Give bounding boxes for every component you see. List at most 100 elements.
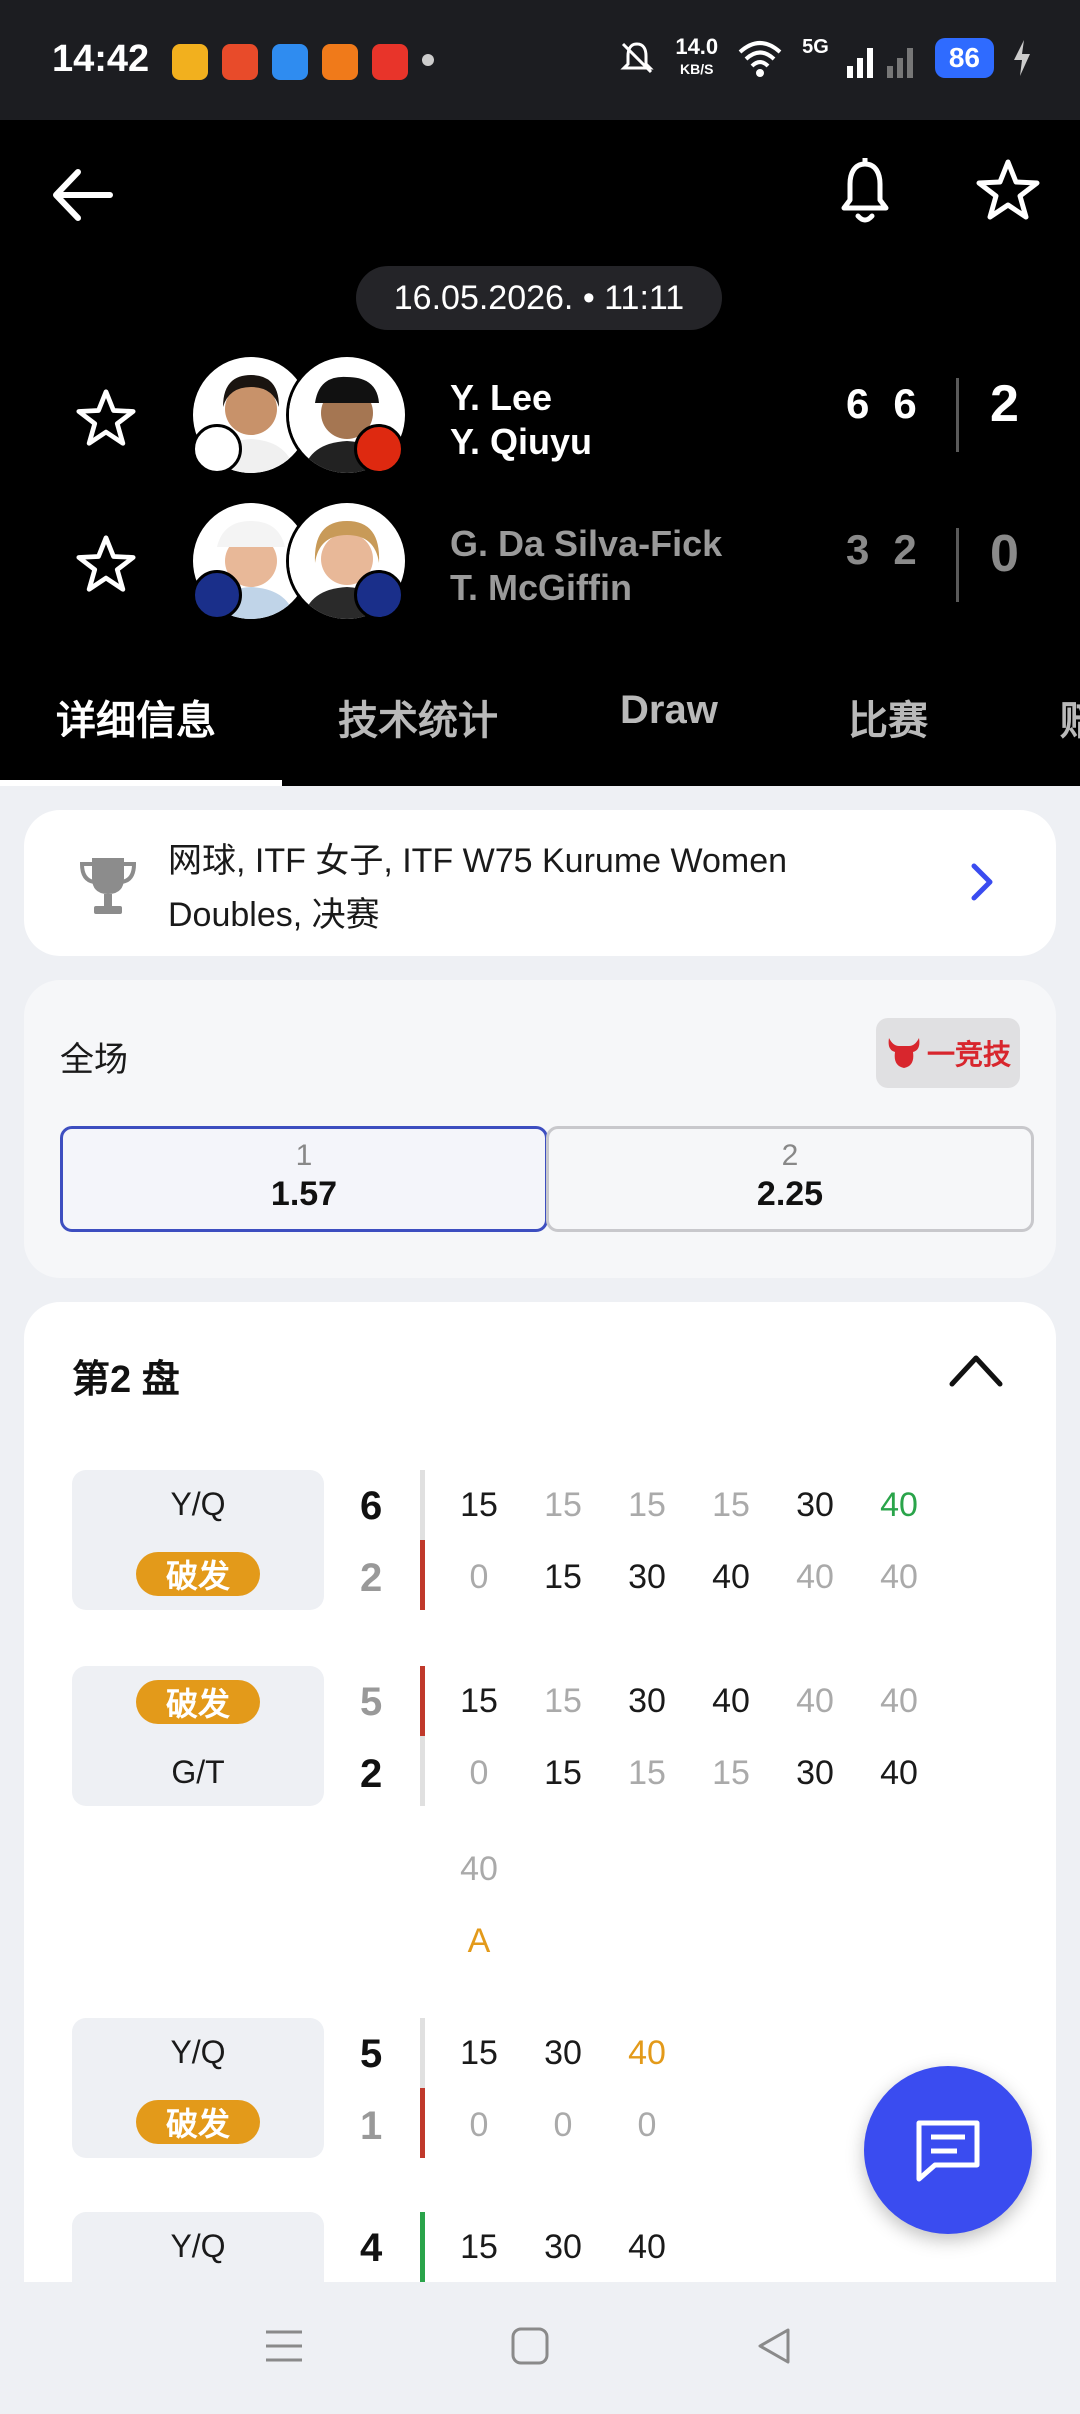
point-score: 30 <box>544 2034 582 2072</box>
point-score: 30 <box>628 1682 666 1720</box>
point-score: 0 <box>637 2106 657 2144</box>
game-bottom-label: G/T <box>171 1754 225 1790</box>
point-score: 40 <box>712 1682 750 1720</box>
competition-line-1: 网球, ITF 女子, ITF W75 Kurume Women <box>168 842 788 880</box>
match-date: 16.05.2026. • 11:11 <box>356 266 722 330</box>
point-score: 40 <box>628 2228 666 2266</box>
point-score: 15 <box>628 1754 666 1792</box>
match-header: 16.05.2026. • 11:11 Y. Lee Y. Qiuyu 6 6 … <box>0 120 1080 786</box>
advantage-point-score: A <box>467 1922 491 1960</box>
notification-app-icons <box>172 44 408 80</box>
bell-icon[interactable] <box>838 158 892 228</box>
battery-level: 86 <box>934 38 994 78</box>
game-top-score: 5 <box>360 1680 383 1724</box>
competition-line-2: Doubles, 决赛 <box>168 896 380 934</box>
point-score: 0 <box>469 1558 489 1596</box>
point-score: 15 <box>460 1682 498 1720</box>
menu-icon[interactable] <box>264 2326 304 2366</box>
game-label-box: Y/Q 破发 <box>72 2018 324 2158</box>
odds-option-1[interactable]: 1 1.57 <box>60 1126 548 1232</box>
team1-set-scores: 6 6 <box>846 380 917 428</box>
browser-app-icon <box>272 44 308 80</box>
score-divider <box>956 528 959 602</box>
server-indicator <box>420 1470 425 1540</box>
competition-name: 网球, ITF 女子, ITF W75 Kurume Women Doubles… <box>168 834 888 942</box>
point-score: 40 <box>712 1558 750 1596</box>
tab-stats[interactable]: 技术统计 <box>338 688 498 746</box>
server-indicator <box>420 2018 425 2088</box>
team2-set2: 2 <box>893 526 917 573</box>
game-label-box: 破发 G/T <box>72 1666 324 1806</box>
game-top-score: 4 <box>360 2226 383 2270</box>
wifi-icon <box>738 41 782 77</box>
team2-names: G. Da Silva-Fick T. McGiffin <box>450 522 722 610</box>
flag-australia-icon <box>192 570 242 620</box>
point-score: 40 <box>880 1558 918 1596</box>
team1-player1: Y. Lee <box>450 377 553 418</box>
tab-details[interactable]: 详细信息 <box>56 688 216 746</box>
team1-favorite-star-icon[interactable] <box>76 388 136 448</box>
point-score: 40 <box>628 2034 666 2072</box>
team1-names: Y. Lee Y. Qiuyu <box>450 376 592 464</box>
point-score: 15 <box>460 2228 498 2266</box>
game-top-label: Y/Q <box>170 2034 226 2070</box>
score-divider <box>956 378 959 452</box>
chat-fab-button[interactable] <box>864 2066 1032 2234</box>
game-bottom-score: 2 <box>360 1556 383 1600</box>
back-arrow-icon[interactable] <box>48 160 118 230</box>
game-top-label: Y/Q <box>170 2228 226 2264</box>
team2-player2: T. McGiffin <box>450 567 632 608</box>
server-indicator <box>420 2212 425 2282</box>
deuce-point-score: 40 <box>460 1850 498 1888</box>
team2-favorite-star-icon[interactable] <box>76 534 136 594</box>
point-score: 0 <box>553 2106 573 2144</box>
trophy-icon <box>79 858 137 914</box>
point-score: 15 <box>544 1558 582 1596</box>
point-score: 15 <box>712 1486 750 1524</box>
point-score: 30 <box>796 1754 834 1792</box>
point-score: 30 <box>796 1486 834 1524</box>
charging-icon <box>1014 40 1030 76</box>
point-score: 15 <box>628 1486 666 1524</box>
tab-bar: 详细信息 技术统计 Draw 比赛 赔 <box>0 660 1080 786</box>
game-top-label: Y/Q <box>170 1486 226 1522</box>
point-score: 0 <box>469 2106 489 2144</box>
team2-set1: 3 <box>846 526 870 573</box>
taobao-app-icon <box>322 44 358 80</box>
game-row: Y/Q 破发 6 2 15 15 15 15 30 40 0 15 30 40 … <box>24 1470 1056 1610</box>
game-bottom-score: 2 <box>360 1752 383 1796</box>
server-indicator <box>420 1736 425 1806</box>
point-score: 15 <box>544 1682 582 1720</box>
server-indicator <box>420 1666 425 1736</box>
home-square-icon[interactable] <box>510 2326 550 2366</box>
chevron-right-icon <box>971 863 993 901</box>
active-tab-indicator <box>0 780 282 786</box>
status-bar: 14:42 14.0 KB/S 5G 86 <box>0 0 1080 120</box>
tab-odds[interactable]: 赔 <box>1060 688 1080 746</box>
chevron-up-icon[interactable] <box>946 1350 1006 1390</box>
point-score: 15 <box>712 1754 750 1792</box>
tab-matches[interactable]: 比赛 <box>848 688 928 746</box>
favorite-star-icon[interactable] <box>976 158 1040 222</box>
mail-app-icon <box>222 44 258 80</box>
team2-player1: G. Da Silva-Fick <box>450 523 723 564</box>
competition-card[interactable]: 网球, ITF 女子, ITF W75 Kurume Women Doubles… <box>24 810 1056 956</box>
team1-sets-won: 2 <box>990 375 1019 433</box>
point-score: 15 <box>460 2034 498 2072</box>
game-top-score: 5 <box>360 2032 383 2076</box>
odds-provider-logo[interactable]: 一竞技 <box>876 1018 1020 1088</box>
odds-market-label: 全场 <box>60 1041 128 1079</box>
back-triangle-icon[interactable] <box>754 2326 794 2366</box>
network-type: 5G <box>802 36 829 58</box>
point-score: 40 <box>880 1754 918 1792</box>
point-score: 40 <box>796 1682 834 1720</box>
team-row-2: G. Da Silva-Fick T. McGiffin 3 2 0 <box>0 500 1080 630</box>
tab-draw[interactable]: Draw <box>620 688 718 733</box>
flag-chinese-taipei-icon <box>192 424 242 474</box>
team2-set-scores: 3 2 <box>846 526 917 574</box>
chat-icon <box>916 2120 980 2182</box>
odds-option-2[interactable]: 2 2.25 <box>546 1126 1034 1232</box>
team1-player2: Y. Qiuyu <box>450 421 593 462</box>
point-score: 0 <box>469 1754 489 1792</box>
point-score: 40 <box>880 1486 918 1524</box>
